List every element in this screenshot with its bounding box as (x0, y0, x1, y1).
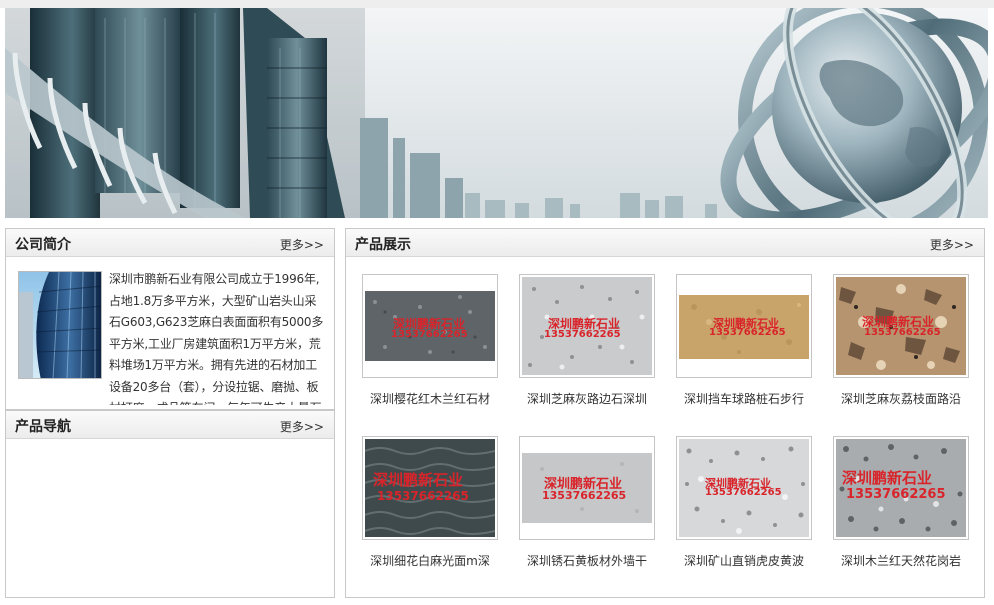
product-card[interactable]: 深圳鹏新石业 13537662265 深圳木兰红天然花岗岩 (833, 436, 969, 569)
product-card[interactable]: 深圳鹏新石业 13537662265 深圳芝麻灰路边石深圳 (519, 274, 655, 407)
product-name[interactable]: 深圳木兰红天然花岗岩 (821, 552, 981, 569)
product-name[interactable]: 深圳细花白麻光面m深 (350, 552, 510, 569)
company-intro-text: 深圳市鹏新石业有限公司成立于1996年,占地1.8万多平方米，大型矿山岩头山采石… (109, 272, 324, 405)
product-card[interactable]: 深圳鹏新石业 13537662265 深圳细花白麻光面m深 (362, 436, 498, 569)
product-nav-panel: 产品导航 更多>> (5, 410, 335, 598)
company-intro-header: 公司简介 更多>> (6, 229, 334, 257)
product-showcase-header: 产品展示 更多>> (346, 229, 984, 257)
watermark-company: 深圳鹏新石业 (373, 471, 464, 489)
product-card[interactable]: 深圳鹏新石业 13537662265 深圳樱花红木兰红石材 (362, 274, 498, 407)
product-image: 深圳鹏新石业 13537662265 (836, 277, 966, 375)
product-image-frame[interactable]: 深圳鹏新石业 13537662265 (362, 436, 498, 540)
company-building-image (18, 271, 102, 379)
product-image: 深圳鹏新石业 13537662265 (522, 277, 652, 375)
product-showcase-title: 产品展示 (355, 237, 411, 253)
company-intro-panel: 公司简介 更多>> 深圳市鹏新石业有限公司成立于1996年,占地1.8万多平方米… (5, 228, 335, 410)
product-image-frame[interactable]: 深圳鹏新石业 13537662265 (833, 274, 969, 378)
watermark-phone: 13537662265 (544, 329, 621, 340)
watermark-phone: 13537662265 (846, 487, 946, 502)
watermark-phone: 13537662265 (377, 489, 469, 503)
product-image-frame[interactable]: 深圳鹏新石业 13537662265 (362, 274, 498, 378)
product-image: 深圳鹏新石业 13537662265 (365, 277, 495, 375)
product-image: 深圳鹏新石业 13537662265 (365, 439, 495, 537)
product-image-frame[interactable]: 深圳鹏新石业 13537662265 (833, 436, 969, 540)
product-image-frame[interactable]: 深圳鹏新石业 13537662265 (519, 274, 655, 378)
product-showcase-panel: 产品展示 更多>> 深圳鹏新石业 13537662265 深圳樱花红木兰红石材 (345, 228, 985, 598)
product-showcase-more-link[interactable]: 更多>> (930, 236, 974, 253)
watermark-phone: 13537662265 (864, 327, 941, 338)
product-name[interactable]: 深圳锈石黄板材外墙干 (507, 552, 667, 569)
product-nav-more-link[interactable]: 更多>> (280, 418, 324, 435)
company-intro-title: 公司简介 (15, 237, 71, 253)
product-name[interactable]: 深圳樱花红木兰红石材 (350, 390, 510, 407)
product-image-frame[interactable]: 深圳鹏新石业 13537662265 (519, 436, 655, 540)
product-image-frame[interactable]: 深圳鹏新石业 13537662265 (676, 436, 812, 540)
watermark-phone: 13537662265 (709, 327, 786, 338)
company-intro-more-link[interactable]: 更多>> (280, 236, 324, 253)
product-name[interactable]: 深圳芝麻灰路边石深圳 (507, 390, 667, 407)
banner-city-globe-image (5, 8, 988, 218)
product-card[interactable]: 深圳鹏新石业 13537662265 深圳芝麻灰荔枝面路沿 (833, 274, 969, 407)
product-name[interactable]: 深圳挡车球路桩石步行 (664, 390, 824, 407)
product-image-frame[interactable]: 深圳鹏新石业 13537662265 (676, 274, 812, 378)
top-strip (0, 0, 994, 8)
product-name[interactable]: 深圳矿山直销虎皮黄波 (664, 552, 824, 569)
header-banner (5, 8, 988, 218)
product-image: 深圳鹏新石业 13537662265 (679, 439, 809, 537)
product-image: 深圳鹏新石业 13537662265 (836, 439, 966, 537)
product-card[interactable]: 深圳鹏新石业 13537662265 深圳矿山直销虎皮黄波 (676, 436, 812, 569)
product-nav-header: 产品导航 更多>> (6, 411, 334, 439)
watermark-company: 深圳鹏新石业 (842, 469, 933, 487)
product-name[interactable]: 深圳芝麻灰荔枝面路沿 (821, 390, 981, 407)
watermark-phone: 13537662265 (542, 489, 627, 502)
product-image: 深圳鹏新石业 13537662265 (679, 277, 809, 375)
watermark-phone: 13537662265 (391, 329, 468, 340)
product-image: 深圳鹏新石业 13537662265 (522, 439, 652, 537)
watermark-phone: 13537662265 (705, 487, 782, 498)
product-card[interactable]: 深圳鹏新石业 13537662265 深圳锈石黄板材外墙干 (519, 436, 655, 569)
product-card[interactable]: 深圳鹏新石业 13537662265 深圳挡车球路桩石步行 (676, 274, 812, 407)
product-nav-title: 产品导航 (15, 419, 71, 435)
